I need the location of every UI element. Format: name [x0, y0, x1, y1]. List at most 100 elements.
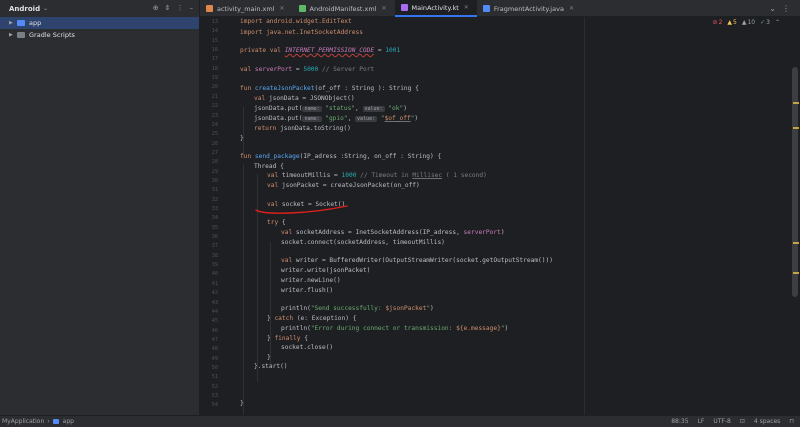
parameter-hint: value: [355, 116, 378, 122]
line-number: 44 [211, 308, 218, 315]
line-number: 23 [211, 112, 218, 119]
code-text: jsonData = JSONObject() [268, 95, 355, 102]
keyword: return [254, 125, 281, 132]
code-text: socket.connect(socketAddress, timeoutMil… [281, 239, 445, 246]
indent-settings[interactable]: 4 spaces [754, 418, 780, 425]
tab-android-manifest[interactable]: AndroidManifest.xml ✕ [293, 0, 395, 17]
operator: = [292, 66, 304, 73]
code-line: } [240, 135, 244, 142]
close-icon[interactable]: ✕ [464, 4, 469, 11]
code-text: writer = BufferedWriter(OutputStreamWrit… [295, 257, 553, 264]
code-text: writer.newLine() [281, 277, 341, 284]
line-number: 40 [211, 271, 218, 278]
warning-stripe[interactable] [793, 272, 799, 274]
line-number: 37 [211, 243, 218, 250]
code-line: val serverPort = 5000 // Server Port [240, 66, 374, 73]
code-text: { [281, 219, 286, 226]
code-text: , [347, 115, 352, 122]
code-text: ) [504, 325, 509, 332]
error-count: 2 [718, 19, 723, 26]
caret-position[interactable]: 88:35 [671, 418, 688, 425]
tab-activity-main[interactable]: activity_main.xml ✕ [200, 0, 293, 17]
code-line: fun send_package(IP_adress :String, on_o… [240, 153, 441, 160]
indent-guide [270, 242, 271, 367]
tree-item-gradle-scripts[interactable]: ▶ Gradle Scripts [0, 29, 199, 41]
code-line: val writer = BufferedWriter(OutputStream… [281, 257, 553, 264]
line-number: 48 [211, 346, 218, 353]
keyword: val [267, 201, 282, 208]
property-name: serverPort [254, 66, 293, 73]
keyword: fun [240, 85, 255, 92]
close-icon[interactable]: ✕ [280, 5, 285, 12]
weak-warning-icon: ▲ [741, 19, 747, 26]
chevron-right-icon[interactable]: ▶ [9, 32, 17, 38]
code-line: println("Send successfully: $jsonPacket"… [281, 305, 434, 312]
line-number: 15 [211, 37, 218, 44]
chevron-up-icon[interactable]: ⌃ [775, 19, 780, 26]
line-number: 53 [211, 393, 218, 399]
code-text: (IP_adress :String, on_off : String) { [299, 153, 442, 160]
code-text: (of_off : String ): String { [314, 85, 419, 92]
code-line: } [240, 400, 244, 407]
typo-icon: ✓ [760, 19, 766, 26]
more-icon[interactable]: ⋮ [177, 4, 184, 12]
tab-list-icon[interactable]: ⌄ [769, 4, 776, 13]
chevron-right-icon: › [47, 418, 50, 425]
line-number: 34 [211, 215, 218, 222]
file-encoding[interactable]: UTF-8 [713, 418, 731, 425]
code-editor[interactable]: 13 14 15 16 17 18 19 20 21 22 23 24 25 26 27 28 29 30 31 32… [200, 17, 788, 415]
code-line: val socket = Socket() [267, 201, 345, 208]
locate-icon[interactable]: ⊕ [153, 4, 159, 12]
comment: Millisec [412, 172, 443, 179]
lock-icon[interactable]: ⊓ [789, 418, 794, 425]
line-number: 16 [211, 47, 218, 54]
line-separator[interactable]: LF [698, 418, 705, 425]
breadcrumb-project[interactable]: MyApplication [2, 418, 44, 425]
tab-fragment-activity[interactable]: FragmentActivity.java ✕ [477, 0, 582, 17]
warning-stripe[interactable] [793, 242, 799, 244]
keyword: val [254, 95, 269, 102]
tab-main-activity[interactable]: MainActivity.kt ✕ [394, 0, 477, 17]
line-number: 46 [211, 327, 218, 334]
parameter-hint: name: [302, 116, 322, 122]
line-number: 27 [211, 149, 218, 156]
line-number: 47 [211, 336, 218, 343]
read-only-toggle-icon[interactable]: ⊡ [740, 418, 745, 425]
breadcrumb-module[interactable]: app [63, 418, 74, 425]
code-text: socket = Socket() [281, 201, 346, 208]
warning-stripe[interactable] [793, 102, 799, 104]
editor-scrollbar[interactable] [788, 17, 800, 415]
code-text: socket.close() [281, 344, 334, 351]
status-widgets: 88:35 LF UTF-8 ⊡ 4 spaces ⊓ [671, 418, 794, 425]
keyword: private val [240, 47, 285, 54]
inspection-widget[interactable]: ⊘ 2 ▲ 5 ▲ 10 ✓ 3 ⌃ [713, 19, 780, 26]
hide-icon[interactable]: – [190, 4, 194, 12]
code-text: , [355, 105, 359, 112]
line-number: 50 [211, 364, 218, 371]
code-text: } [267, 354, 271, 361]
code-text: ) [430, 305, 434, 312]
status-bar: MyApplication › app 88:35 LF UTF-8 ⊡ 4 s… [0, 415, 800, 427]
code-text: ) [500, 229, 505, 236]
operator: = [374, 47, 386, 54]
line-number: 51 [211, 374, 218, 381]
line-number-gutter[interactable]: 13 14 15 16 17 18 19 20 21 22 23 24 25 26 27 28 29 30 31 32… [200, 17, 220, 415]
keyword: finally [274, 335, 305, 342]
code-text: writer.flush() [281, 287, 334, 294]
import-statement: import android.widget.EditText [240, 18, 352, 25]
code-text: writer.write(jsonPacket) [281, 267, 371, 274]
code-text: } [240, 135, 244, 142]
chevron-right-icon[interactable]: ▶ [9, 20, 17, 26]
tab-label: AndroidManifest.xml [309, 4, 377, 13]
close-icon[interactable]: ✕ [381, 5, 386, 12]
warning-stripe[interactable] [793, 127, 799, 129]
line-number: 49 [211, 355, 218, 362]
code-line: socket.connect(socketAddress, timeoutMil… [281, 239, 445, 246]
tree-item-app[interactable]: ▶ app [0, 17, 199, 29]
string-template: $jsonPacket [385, 305, 427, 312]
close-icon[interactable]: ✕ [569, 5, 574, 12]
more-icon[interactable]: ⋮ [782, 4, 790, 13]
collapse-all-icon[interactable]: ⇕ [165, 4, 171, 12]
line-number: 43 [211, 299, 218, 306]
code-text: (e: Exception) { [296, 315, 357, 322]
